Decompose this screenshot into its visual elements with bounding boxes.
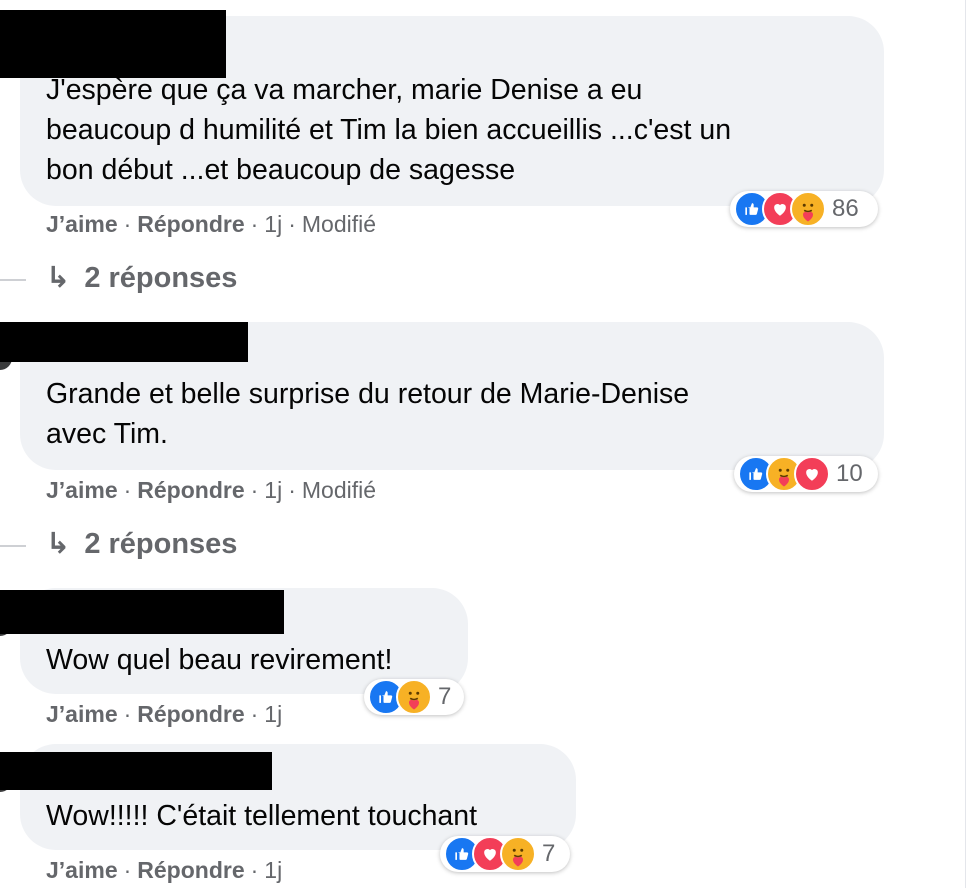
reaction-count: 7 bbox=[542, 840, 556, 867]
comment: Wow!!!!! C'était tellement touchant 7 J’… bbox=[0, 0, 940, 888]
comment-actions: J’aime · Répondre · 1j bbox=[46, 857, 282, 884]
comment-text-line: Wow!!!!! C'était tellement touchant bbox=[46, 800, 478, 832]
scrollbar[interactable] bbox=[965, 0, 980, 888]
care-icon bbox=[500, 836, 536, 872]
reply-button[interactable]: Répondre bbox=[137, 857, 244, 883]
redacted-author-name bbox=[0, 752, 272, 790]
separator: · bbox=[123, 857, 132, 883]
separator: · bbox=[250, 857, 259, 883]
comment-text: Wow!!!!! C'était tellement touchant bbox=[46, 796, 550, 836]
like-button[interactable]: J’aime bbox=[46, 857, 118, 883]
reaction-summary[interactable]: 7 bbox=[440, 836, 570, 872]
timestamp[interactable]: 1j bbox=[264, 857, 282, 883]
scroll-thumb[interactable] bbox=[970, 0, 977, 120]
